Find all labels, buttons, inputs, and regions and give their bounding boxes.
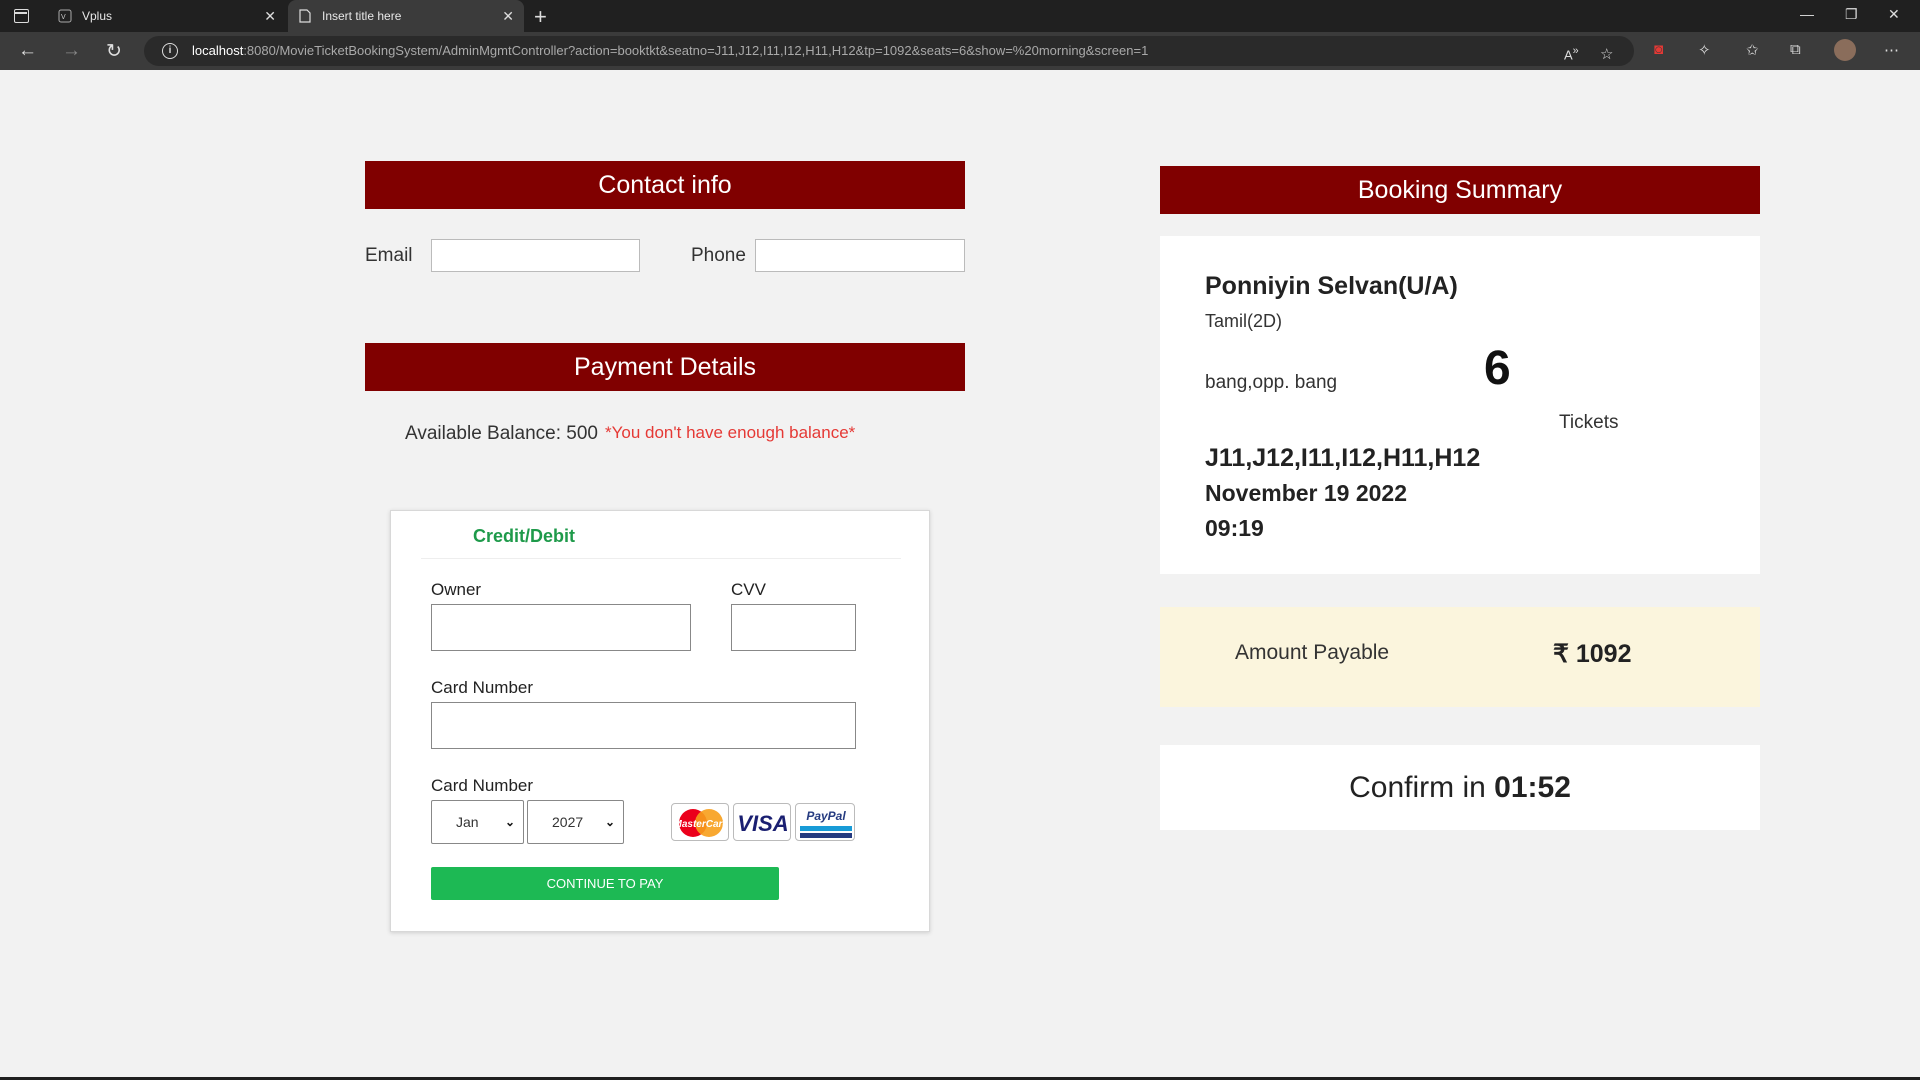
movie-language: Tamil(2D): [1205, 311, 1283, 331]
divider: [421, 558, 901, 559]
profile-avatar[interactable]: [1834, 39, 1856, 61]
phone-field[interactable]: [755, 239, 965, 272]
payment-card-form: Credit/Debit Owner CVV Card Number Card …: [390, 510, 930, 932]
expiry-month-select[interactable]: Jan ⌄: [431, 800, 524, 844]
selected-month: Jan: [456, 814, 479, 830]
vplus-favicon-icon: V: [58, 9, 72, 23]
minimize-icon[interactable]: —: [1800, 6, 1814, 22]
seat-numbers: J11,J12,I11,I12,H11,H12: [1205, 444, 1481, 472]
visa-logo: VISA: [733, 803, 791, 841]
tab-title: Vplus: [82, 9, 113, 23]
movie-title: Ponniyin Selvan(U/A): [1205, 272, 1458, 300]
svg-text:V: V: [61, 14, 66, 21]
countdown: 01:52: [1494, 771, 1571, 804]
email-field[interactable]: [431, 239, 640, 272]
amount-label: Amount Payable: [1235, 641, 1390, 664]
back-arrow-icon[interactable]: ←: [18, 40, 37, 62]
mastercard-text: MasterCard: [673, 819, 729, 830]
tickets-label: Tickets: [1559, 412, 1619, 433]
read-aloud-icon[interactable]: A»: [1564, 45, 1579, 62]
email-label: Email: [365, 245, 413, 266]
more-menu-icon[interactable]: ⋯: [1884, 41, 1899, 59]
show-time: 09:19: [1205, 515, 1264, 541]
selected-year: 2027: [552, 814, 584, 830]
card-number-label: Card Number: [431, 678, 534, 697]
visa-text: VISA: [737, 811, 788, 836]
contact-info-header: Contact info: [365, 161, 965, 209]
available-balance: Available Balance: 500: [405, 423, 598, 444]
cvv-field[interactable]: [731, 604, 856, 651]
info-icon[interactable]: i: [162, 43, 178, 59]
url-field[interactable]: i localhost:8080/MovieTicketBookingSyste…: [144, 36, 1634, 66]
venue: bang,opp. bang: [1205, 372, 1338, 393]
page-content: Contact info Email Phone Payment Details…: [0, 70, 1920, 1078]
paypal-logo: PayPal: [795, 803, 855, 841]
extensions-icon[interactable]: ✧: [1698, 41, 1711, 59]
booking-summary-header: Booking Summary: [1160, 166, 1760, 214]
owner-label: Owner: [431, 580, 482, 599]
owner-field[interactable]: [431, 604, 691, 651]
payment-method-tab[interactable]: Credit/Debit: [473, 526, 575, 547]
chevron-down-icon: ⌄: [604, 815, 615, 829]
show-date: November 19 2022: [1205, 480, 1408, 506]
paypal-text: PayPal: [806, 809, 846, 823]
page-favicon-icon: [298, 9, 312, 23]
ticket-count: 6: [1484, 342, 1511, 395]
mastercard-logo: MasterCard: [671, 803, 729, 841]
collections-icon[interactable]: ⧉: [1790, 41, 1801, 58]
favorite-star-icon[interactable]: ☆: [1600, 45, 1613, 63]
booking-details-panel: Ponniyin Selvan(U/A) Tamil(2D) bang,opp.…: [1160, 236, 1760, 574]
payment-details-header: Payment Details: [365, 343, 965, 391]
tab-title: Insert title here: [322, 9, 402, 23]
window-close-icon[interactable]: ✕: [1888, 6, 1900, 23]
close-icon[interactable]: ✕: [502, 8, 514, 25]
cvv-label: CVV: [731, 580, 766, 599]
browser-tab-bar: V Vplus ✕ Insert title here ✕ + — ❐ ✕: [0, 0, 1920, 32]
chevron-down-icon: ⌄: [504, 815, 515, 829]
confirm-timer: Confirm in 01:52: [1160, 745, 1760, 830]
tab-vplus[interactable]: V Vplus ✕: [50, 0, 286, 32]
confirm-prefix: Confirm in: [1349, 771, 1495, 804]
close-icon[interactable]: ✕: [264, 8, 276, 25]
favorites-icon[interactable]: ✩: [1746, 41, 1759, 59]
forward-arrow-icon[interactable]: →: [62, 40, 81, 62]
continue-to-pay-button[interactable]: CONTINUE TO PAY: [431, 867, 779, 900]
phone-label: Phone: [691, 245, 746, 266]
browser-address-bar: ← → ↻ i localhost:8080/MovieTicketBookin…: [0, 32, 1920, 70]
refresh-icon[interactable]: ↻: [106, 40, 122, 63]
expiry-label: Card Number: [431, 776, 534, 795]
tab-actions-icon[interactable]: [14, 9, 29, 23]
new-tab-button[interactable]: +: [534, 4, 547, 30]
balance-warning: *You don't have enough balance*: [605, 423, 856, 442]
tab-insert-title[interactable]: Insert title here ✕: [288, 0, 524, 32]
amount-value: ₹ 1092: [1553, 640, 1632, 668]
shield-extension-icon[interactable]: ◙: [1654, 41, 1663, 58]
card-number-field[interactable]: [431, 702, 856, 749]
url-text: localhost:8080/MovieTicketBookingSystem/…: [192, 43, 1149, 58]
restore-icon[interactable]: ❐: [1845, 6, 1858, 23]
amount-payable-panel: Amount Payable ₹ 1092: [1160, 607, 1760, 707]
expiry-year-select[interactable]: 2027 ⌄: [527, 800, 624, 844]
